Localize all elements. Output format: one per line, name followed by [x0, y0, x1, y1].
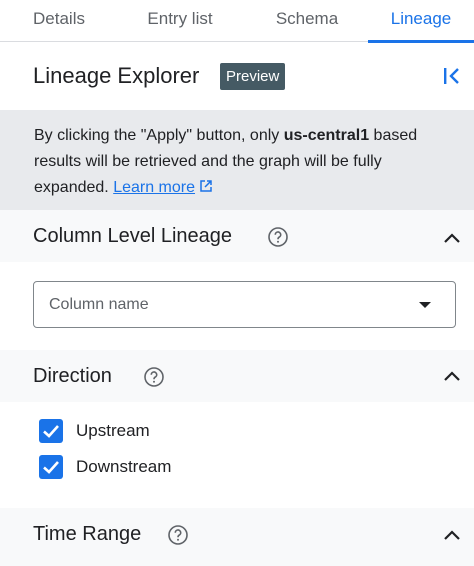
info-banner: By clicking the "Apply" button, only us-… — [0, 110, 474, 210]
chevron-up-icon[interactable] — [440, 227, 464, 251]
chevron-up-icon[interactable] — [440, 365, 464, 389]
section-column-lineage[interactable]: Column Level Lineage — [0, 210, 474, 262]
upstream-checkbox[interactable] — [39, 419, 63, 443]
help-icon[interactable] — [143, 366, 165, 388]
tab-schema[interactable]: Schema — [258, 0, 356, 42]
upstream-label: Upstream — [76, 421, 150, 440]
info-text: By clicking the "Apply" button, only — [34, 127, 284, 144]
help-icon[interactable] — [167, 524, 189, 546]
tab-bar: Details Entry list Schema Lineage — [0, 0, 474, 43]
tab-entry-list[interactable]: Entry list — [122, 0, 238, 42]
help-icon[interactable] — [267, 226, 289, 248]
checkmark-icon — [43, 461, 59, 474]
section-title: Time Range — [33, 523, 142, 545]
info-region: us-central1 — [283, 127, 370, 144]
section-title: Direction — [33, 365, 112, 387]
open-in-new-icon — [200, 180, 213, 192]
downstream-label: Downstream — [76, 457, 172, 476]
preview-badge: Preview — [220, 63, 286, 90]
section-title: Column Level Lineage — [33, 225, 233, 247]
column-name-select[interactable]: Column name — [33, 281, 456, 328]
checkmark-icon — [43, 425, 59, 438]
section-direction[interactable]: Direction — [0, 350, 474, 402]
select-placeholder: Column name — [49, 296, 149, 313]
collapse-panel-button[interactable] — [438, 62, 466, 90]
tab-details[interactable]: Details — [14, 0, 104, 42]
tab-lineage[interactable]: Lineage — [368, 0, 474, 43]
dropdown-arrow-icon — [419, 302, 431, 308]
learn-more-link[interactable]: Learn more — [113, 179, 195, 196]
page-title: Lineage Explorer — [33, 63, 200, 88]
downstream-checkbox[interactable] — [39, 455, 63, 479]
collapse-left-icon — [444, 68, 459, 84]
chevron-up-icon[interactable] — [440, 524, 464, 548]
section-time-range[interactable]: Time Range — [0, 508, 474, 566]
